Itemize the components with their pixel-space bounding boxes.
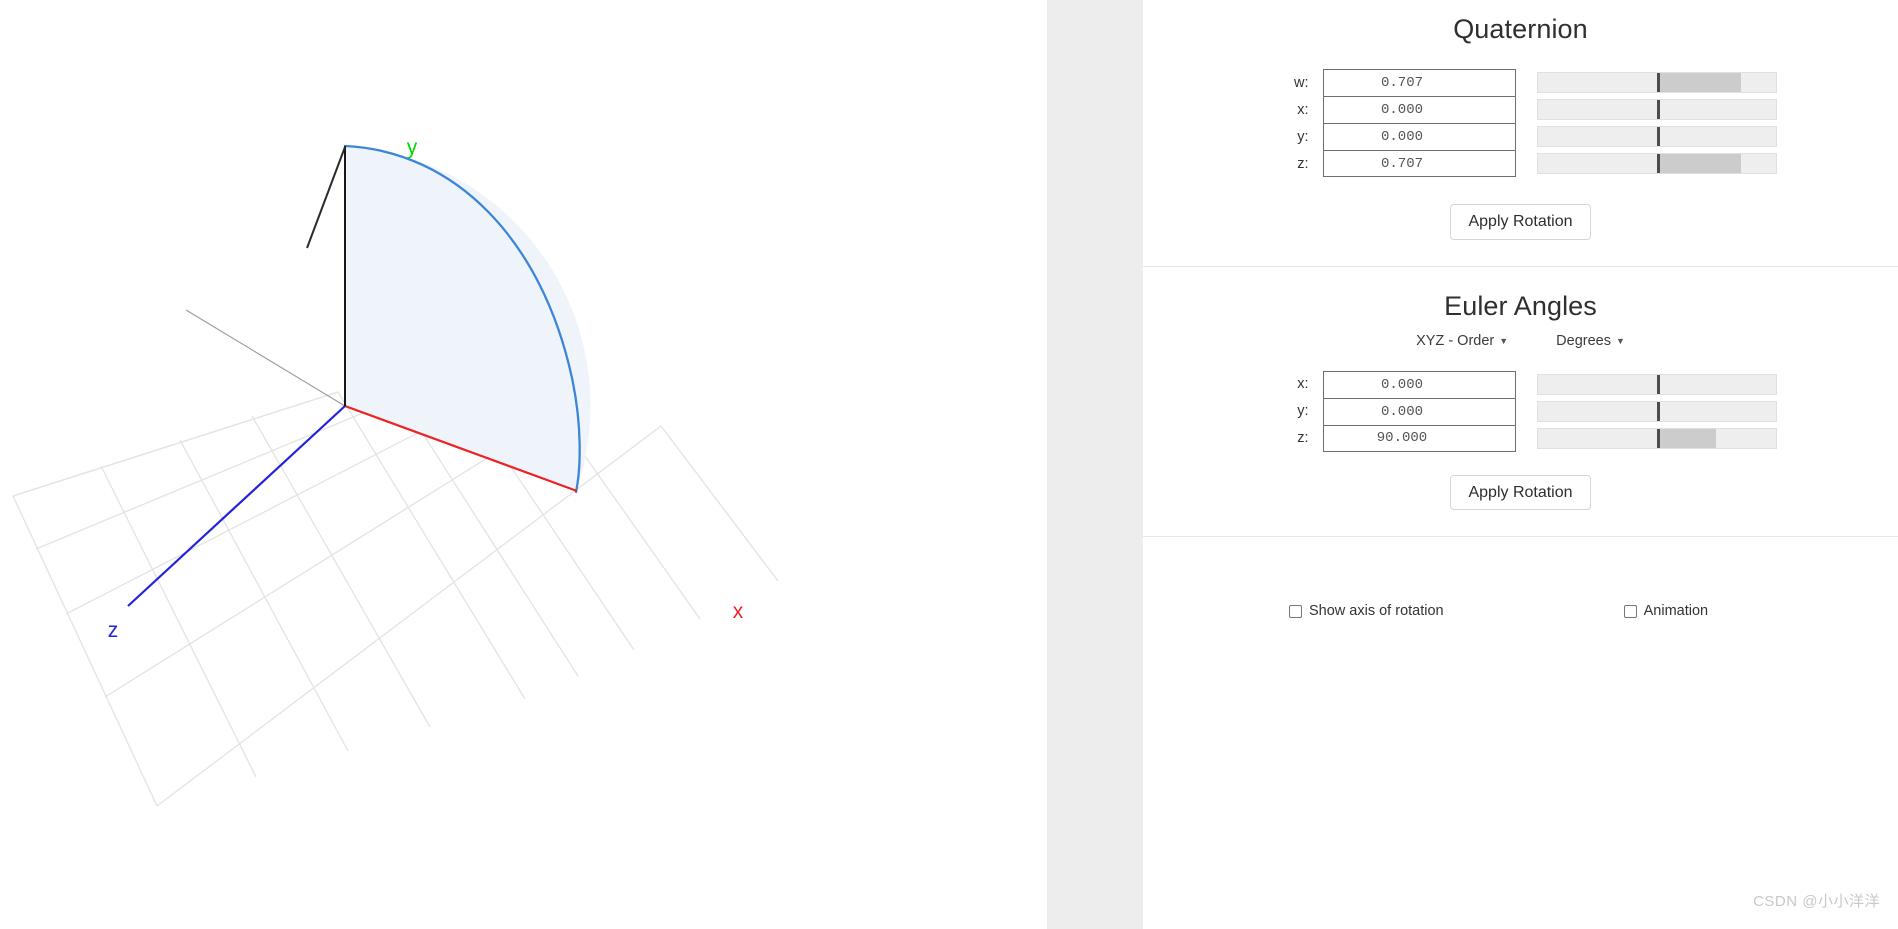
euler-apply-wrap: Apply Rotation: [1143, 474, 1898, 511]
slider-thumb[interactable]: [1656, 428, 1660, 448]
euler-order-dropdown[interactable]: XYZ - Order ▼: [1416, 333, 1508, 349]
axis-label-z: z: [108, 619, 119, 642]
show-axis-of-rotation-checkbox[interactable]: Show axis of rotation: [1289, 603, 1444, 619]
show-axis-of-rotation-label: Show axis of rotation: [1309, 603, 1444, 620]
euler-order-label: XYZ - Order: [1416, 332, 1495, 349]
axis-label-y: y: [407, 136, 418, 159]
quaternion-slider-x[interactable]: [1536, 99, 1777, 120]
euler-title: Euler Angles: [1444, 290, 1597, 321]
animation-checkbox[interactable]: Animation: [1623, 603, 1709, 620]
axis-label-x: x: [733, 600, 744, 623]
chevron-down-icon: ▼: [1499, 335, 1509, 346]
slider-fill: [1656, 428, 1716, 448]
euler-row-z: z:: [1265, 424, 1777, 452]
quaternion-label-w: w:: [1294, 74, 1309, 91]
ground-grid: [12, 391, 779, 807]
animation-label: Animation: [1643, 603, 1709, 620]
quaternion-row-w: w:: [1265, 69, 1777, 96]
options-checkbox-row: Show axis of rotation Animation: [1143, 603, 1898, 619]
slider-fill: [1656, 73, 1741, 92]
quaternion-input-y[interactable]: [1322, 123, 1516, 150]
euler-unit-label: Degrees: [1556, 332, 1611, 349]
quaternion-apply-wrap: Apply Rotation: [1143, 204, 1898, 240]
quaternion-section: Quaternion w: x:: [1143, 0, 1898, 266]
euler-options-row: XYZ - Order ▼ Degrees ▼: [1143, 333, 1898, 349]
quaternion-input-x[interactable]: [1322, 96, 1516, 123]
quaternion-label-z: z:: [1297, 155, 1309, 172]
euler-input-z[interactable]: [1322, 424, 1516, 452]
euler-label-z: z:: [1297, 430, 1309, 447]
slider-thumb[interactable]: [1656, 401, 1660, 421]
quaternion-label-y: y:: [1297, 128, 1309, 145]
quaternion-slider-y[interactable]: [1536, 126, 1777, 147]
control-panel: Quaternion w: x:: [1143, 0, 1898, 929]
quaternion-row-z: z:: [1265, 150, 1777, 177]
euler-row-y: y:: [1265, 397, 1777, 425]
rotation-arc-plane-2: [345, 146, 581, 491]
euler-label-y: y:: [1297, 403, 1309, 420]
slider-fill: [1656, 154, 1741, 173]
slider-thumb[interactable]: [1656, 73, 1660, 92]
slider-thumb[interactable]: [1656, 154, 1660, 173]
euler-section: Euler Angles XYZ - Order ▼ Degrees ▼ x:: [1143, 265, 1898, 537]
quaternion-apply-rotation-button[interactable]: Apply Rotation: [1450, 204, 1591, 240]
euler-fields: x: y: z:: [1143, 370, 1898, 452]
euler-slider-z[interactable]: [1536, 427, 1777, 449]
3d-rotation-viewport[interactable]: y x z: [0, 0, 1047, 929]
euler-row-x: x:: [1265, 370, 1777, 398]
quaternion-slider-w[interactable]: [1536, 72, 1777, 93]
euler-input-x[interactable]: [1322, 370, 1516, 398]
checkbox-icon[interactable]: [1289, 604, 1302, 618]
quaternion-row-x: x:: [1265, 96, 1777, 123]
quaternion-input-w[interactable]: [1322, 69, 1516, 96]
3d-scene[interactable]: y x z: [0, 0, 1047, 929]
quaternion-row-y: y:: [1265, 123, 1777, 150]
quaternion-fields: w: x: y:: [1143, 69, 1898, 177]
slider-thumb[interactable]: [1656, 374, 1660, 394]
quaternion-input-z[interactable]: [1322, 150, 1516, 177]
slider-thumb[interactable]: [1656, 127, 1660, 146]
app-root: y x z Quaternion w: x:: [0, 0, 1898, 929]
slider-thumb[interactable]: [1656, 100, 1660, 119]
quaternion-label-x: x:: [1297, 101, 1309, 118]
euler-unit-dropdown[interactable]: Degrees ▼: [1556, 333, 1625, 349]
quaternion-slider-z[interactable]: [1536, 153, 1777, 174]
euler-label-x: x:: [1297, 376, 1309, 393]
euler-slider-y[interactable]: [1536, 400, 1777, 422]
rotation-direction-marker: [306, 146, 346, 249]
euler-input-y[interactable]: [1322, 397, 1516, 425]
checkbox-icon[interactable]: [1623, 604, 1637, 618]
panel-gutter: [1047, 0, 1143, 929]
axis-z-line: [127, 405, 346, 607]
options-section: Show axis of rotation Animation: [1143, 536, 1898, 619]
euler-apply-rotation-button[interactable]: Apply Rotation: [1450, 474, 1591, 511]
euler-slider-x[interactable]: [1536, 373, 1777, 395]
quaternion-title: Quaternion: [1453, 14, 1588, 44]
chevron-down-icon: ▼: [1615, 335, 1625, 346]
csdn-watermark: CSDN @小小洋洋: [1753, 893, 1880, 910]
